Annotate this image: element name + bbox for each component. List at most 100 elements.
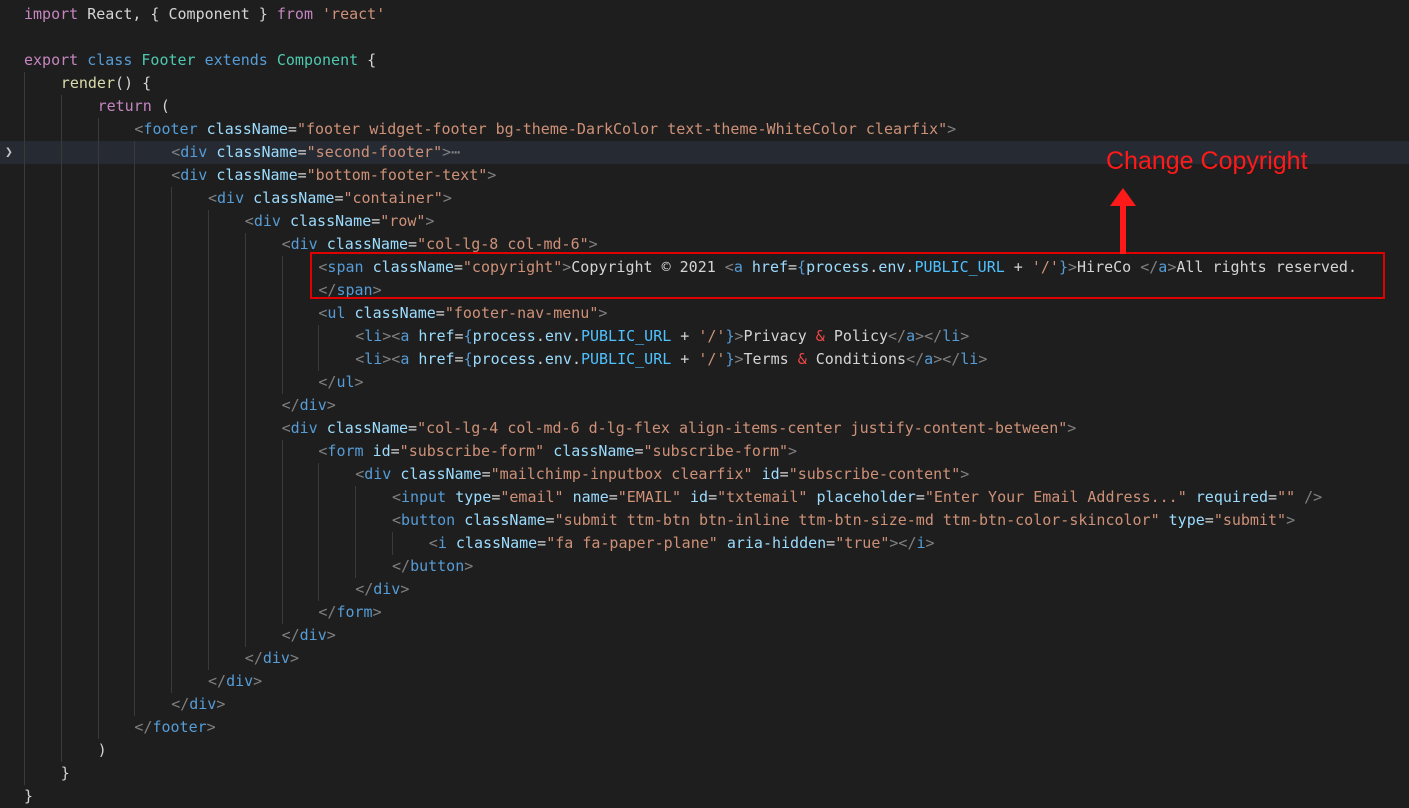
code-line[interactable]: </div>: [0, 693, 1409, 716]
indent-guide: [134, 555, 136, 578]
code-token: <: [428, 534, 438, 552]
code-token: id: [372, 442, 391, 460]
code-text: </button>: [392, 555, 473, 578]
code-line[interactable]: </footer>: [0, 716, 1409, 739]
code-text: <button className="submit ttm-btn btn-in…: [392, 509, 1295, 532]
indent-guide: [134, 463, 136, 486]
code-token: {: [358, 51, 377, 69]
indent-guide: [60, 532, 62, 555]
code-token: =: [826, 534, 836, 552]
code-token: i: [437, 534, 447, 552]
code-line[interactable]: [0, 26, 1409, 49]
code-token: <: [171, 143, 181, 161]
code-token: >: [1286, 511, 1296, 529]
indent-guide: [97, 279, 99, 302]
code-token: render: [60, 74, 115, 92]
code-token: }: [725, 350, 735, 368]
code-line[interactable]: <div className="mailchimp-inputbox clear…: [0, 463, 1409, 486]
code-line[interactable]: <button className="submit ttm-btn btn-in…: [0, 509, 1409, 532]
code-line[interactable]: return (: [0, 95, 1409, 118]
indent-guide: [60, 164, 62, 187]
code-line[interactable]: </form>: [0, 601, 1409, 624]
indent-guide: [244, 279, 246, 302]
code-line[interactable]: </div>: [0, 647, 1409, 670]
code-token: Terms: [743, 350, 798, 368]
code-token: >: [442, 189, 452, 207]
code-line[interactable]: <li><a href={process.env.PUBLIC_URL + '/…: [0, 325, 1409, 348]
indent-guide: [281, 440, 283, 463]
code-token: }: [725, 327, 735, 345]
indent-guide: [208, 417, 209, 440]
code-token: >: [487, 166, 497, 184]
code-line[interactable]: <li><a href={process.env.PUBLIC_URL + '/…: [0, 348, 1409, 371]
indent-guide: [24, 118, 25, 141]
indent-guide: [60, 624, 62, 647]
code-line[interactable]: </div>: [0, 394, 1409, 417]
code-token: />: [1304, 488, 1323, 506]
indent-guide: [171, 187, 173, 210]
code-line[interactable]: }: [0, 785, 1409, 808]
indent-guide: [171, 555, 173, 578]
code-token: "second-footer": [306, 143, 443, 161]
indent-guide: [60, 141, 62, 164]
code-line[interactable]: }: [0, 762, 1409, 785]
annotation-highlight-box: [310, 252, 1385, 299]
code-line[interactable]: <form id="subscribe-form" className="sub…: [0, 440, 1409, 463]
code-token: "": [1277, 488, 1296, 506]
code-line[interactable]: ): [0, 739, 1409, 762]
indent-guide: [60, 578, 62, 601]
code-token: &: [797, 350, 807, 368]
code-token: className: [206, 120, 288, 138]
code-line[interactable]: <footer className="footer widget-footer …: [0, 118, 1409, 141]
code-token: env: [544, 350, 572, 368]
indent-guide: [318, 325, 320, 348]
code-token: footer: [152, 718, 207, 736]
code-line[interactable]: <i className="fa fa-paper-plane" aria-hi…: [0, 532, 1409, 555]
code-line[interactable]: </div>: [0, 624, 1409, 647]
code-token: =: [1204, 511, 1214, 529]
code-token: className: [400, 465, 482, 483]
indent-guide: [97, 302, 99, 325]
code-text: <div className="second-footer">⋯: [171, 141, 460, 164]
code-line[interactable]: <input type="email" name="EMAIL" id="txt…: [0, 486, 1409, 509]
code-line[interactable]: <ul className="footer-nav-menu">: [0, 302, 1409, 325]
indent-guide: [171, 578, 173, 601]
code-token: .: [571, 327, 581, 345]
code-line[interactable]: <div className="col-lg-4 col-md-6 d-lg-f…: [0, 417, 1409, 440]
indent-guide: [244, 624, 246, 647]
code-line[interactable]: </div>: [0, 670, 1409, 693]
indent-guide: [60, 371, 62, 394]
code-line[interactable]: </div>: [0, 578, 1409, 601]
code-line[interactable]: render() {: [0, 72, 1409, 95]
indent-guide: [208, 532, 209, 555]
code-token: li: [364, 327, 383, 345]
code-line[interactable]: </ul>: [0, 371, 1409, 394]
indent-guide: [171, 601, 173, 624]
code-token: >: [947, 120, 957, 138]
indent-guide: [24, 164, 25, 187]
code-line[interactable]: </button>: [0, 555, 1409, 578]
code-line[interactable]: import React, { Component } from 'react': [0, 3, 1409, 26]
code-line[interactable]: export class Footer extends Component {: [0, 49, 1409, 72]
indent-guide: [208, 555, 209, 578]
code-token: ><: [382, 327, 401, 345]
indent-guide: [244, 233, 246, 256]
code-token: "container": [343, 189, 443, 207]
indent-guide: [60, 555, 62, 578]
code-editor[interactable]: import React, { Component } from 'react'…: [0, 0, 1409, 805]
code-token: div: [262, 649, 290, 667]
code-text: return (: [98, 95, 170, 118]
indent-guide: [208, 624, 209, 647]
code-token: ): [97, 741, 107, 759]
code-line[interactable]: <div className="row">: [0, 210, 1409, 233]
code-token: div: [180, 166, 208, 184]
indent-guide: [60, 187, 62, 210]
code-token: =: [390, 442, 400, 460]
fold-chevron-icon[interactable]: ❯: [5, 141, 13, 164]
code-line[interactable]: <div className="container">: [0, 187, 1409, 210]
indent-guide: [24, 762, 25, 785]
indent-guide: [134, 440, 136, 463]
code-token: </: [392, 557, 411, 575]
indent-guide: [281, 256, 283, 279]
